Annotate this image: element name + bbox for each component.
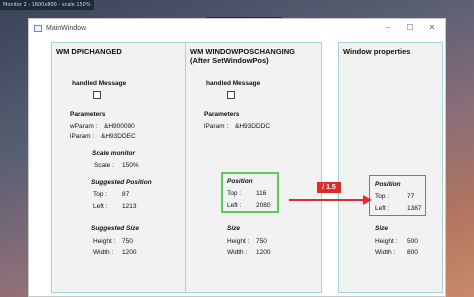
lparam-value: &H93DDEC [101,133,136,140]
position-label: Position [375,181,401,188]
suggested-position-label: Suggested Position [91,179,152,186]
minimize-button[interactable]: – [377,21,399,34]
height-label: Height : [375,238,398,245]
top-value: 116 [256,190,267,197]
wparam-value: &H900090 [104,123,135,130]
panel-title: Window properties [343,47,411,56]
monitor-label: Monitor 2 : 1600x800 - scale 150% [0,0,94,10]
size-label: Size [375,225,389,232]
top-label: Top : [93,191,108,198]
dpichanged-panel: WM DPICHANGED handled Message Parameters… [51,42,188,293]
lparam-value: &H93DDDC [235,123,271,130]
window-controls: – ☐ ✕ [377,21,443,34]
width-label: Width : [375,249,396,256]
handled-checkbox[interactable] [93,91,101,99]
left-value: 1213 [122,203,137,210]
width-value: 1200 [122,249,137,256]
width-value: 800 [407,249,418,256]
window-title: MainWindow [46,24,87,32]
handled-checkbox[interactable] [227,91,235,99]
left-value: 1387 [407,205,422,212]
top-label: Top : [227,190,242,197]
left-label: Left : [227,202,242,209]
width-label: Width : [227,249,248,256]
height-value: 750 [256,238,267,245]
panel-title: WM WINDOWPOSCHANGING [190,47,295,56]
handled-label: handled Message [206,80,261,87]
left-value: 2080 [256,202,271,209]
height-value: 500 [407,238,418,245]
window-properties-panel: Window properties Position Top : 77 Left… [338,42,443,293]
height-label: Height : [93,238,116,245]
left-label: Left : [375,205,390,212]
top-value: 87 [122,191,130,198]
suggested-size-label: Suggested Size [91,225,140,232]
handled-label: handled Message [72,80,127,87]
app-window-icon [34,24,42,32]
left-label: Left : [93,203,108,210]
scale-label: Scale : [94,162,114,169]
size-label: Size [227,225,241,232]
top-label: Top : [375,193,390,200]
scale-monitor-label: Scale monitor [92,150,135,157]
windowposchanging-panel: WM WINDOWPOSCHANGING (After SetWindowPos… [185,42,322,293]
parameters-label: Parameters [70,111,106,118]
arrow-right-icon [289,195,372,205]
close-button[interactable]: ✕ [421,21,443,34]
scale-ratio-badge: / 1.5 [317,182,341,193]
top-value: 77 [407,193,415,200]
maximize-button[interactable]: ☐ [399,21,421,34]
width-value: 1200 [256,249,271,256]
panel-title: WM DPICHANGED [56,47,122,56]
panel-subtitle: (After SetWindowPos) [190,56,269,65]
main-window: MainWindow – ☐ ✕ WM DPICHANGED handled M… [28,18,446,297]
scale-value: 150% [122,162,139,169]
width-label: Width : [93,249,114,256]
lparam-label: lParam : [70,133,95,140]
height-label: Height : [227,238,250,245]
lparam-label: lParam : [204,123,229,130]
wparam-label: wParam : [70,123,98,130]
position-label: Position [227,178,253,185]
parameters-label: Parameters [204,111,240,118]
height-value: 750 [122,238,133,245]
